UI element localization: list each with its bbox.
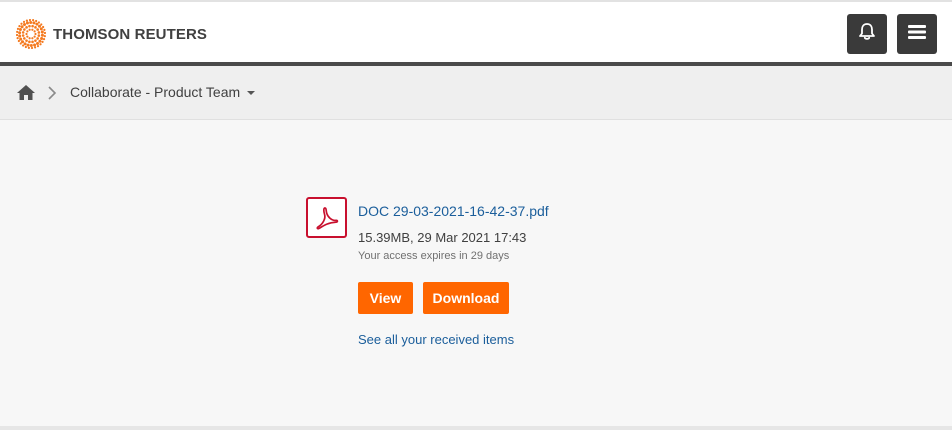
home-icon[interactable] — [16, 84, 36, 106]
bell-icon — [857, 22, 877, 47]
notifications-button[interactable] — [847, 14, 887, 54]
download-button[interactable]: Download — [423, 282, 509, 314]
footer-divider — [0, 426, 952, 430]
top-header: THOMSON REUTERS — [0, 0, 952, 62]
view-button[interactable]: View — [358, 282, 413, 314]
main-menu-button[interactable] — [897, 14, 937, 54]
pdf-icon — [306, 197, 347, 238]
brand-name: THOMSON REUTERS — [53, 25, 208, 43]
thomson-reuters-logo-icon — [16, 19, 46, 49]
access-expiry-text: Your access expires in 29 days — [358, 250, 510, 262]
file-size-date: 15.39MB, 29 Mar 2021 17:43 — [358, 230, 527, 245]
brand-logo[interactable]: THOMSON REUTERS — [16, 19, 207, 49]
breadcrumb: Collaborate - Product Team — [0, 66, 952, 120]
breadcrumb-current-dropdown[interactable]: Collaborate - Product Team — [70, 84, 256, 100]
see-received-items-link[interactable]: See all your received items — [358, 332, 514, 347]
caret-down-icon — [247, 91, 256, 95]
file-name-link[interactable]: DOC 29-03-2021-16-42-37.pdf — [358, 203, 549, 219]
hamburger-menu-icon — [908, 24, 926, 45]
breadcrumb-current-label: Collaborate - Product Team — [70, 84, 241, 100]
chevron-right-icon — [47, 86, 57, 105]
